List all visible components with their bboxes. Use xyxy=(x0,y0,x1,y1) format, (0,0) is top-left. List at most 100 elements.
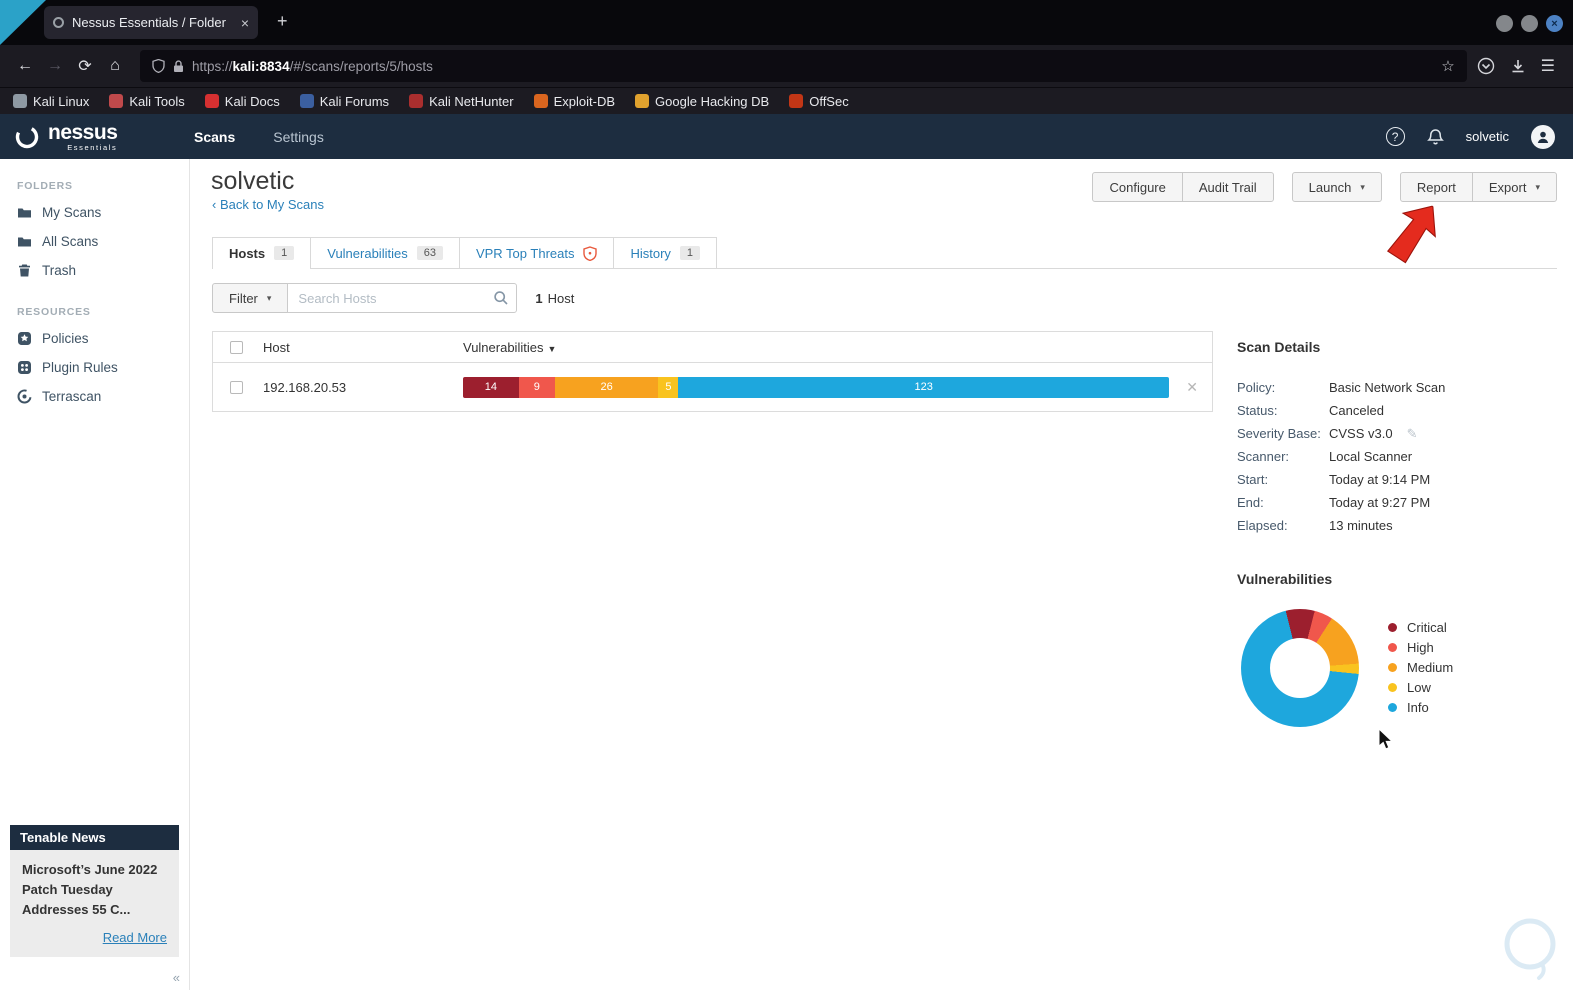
bookmark-kali-docs[interactable]: Kali Docs xyxy=(204,94,280,109)
detail-row-policy: Policy: Basic Network Scan xyxy=(1237,380,1446,395)
url-bar[interactable]: https://kali:8834/#/scans/reports/5/host… xyxy=(140,50,1467,82)
screen: Nessus Essentials / Folder × + × ← → ⟳ ⌂… xyxy=(0,0,1573,990)
nav-scans[interactable]: Scans xyxy=(194,129,235,145)
select-all-checkbox[interactable] xyxy=(230,340,243,354)
tab-title: Nessus Essentials / Folder xyxy=(72,15,226,30)
table-row[interactable]: 192.168.20.53 14 9 26 5 123 ✕ xyxy=(213,363,1212,411)
legend-item-medium[interactable]: Medium xyxy=(1388,657,1453,677)
read-more-link[interactable]: Read More xyxy=(22,930,167,945)
url-host: kali:8834 xyxy=(232,58,290,74)
folders-section-label: FOLDERS xyxy=(17,180,73,192)
bookmark-offsec[interactable]: OffSec xyxy=(789,94,849,109)
export-button[interactable]: Export ▾ xyxy=(1471,172,1557,202)
sidebar-item-plugin-rules[interactable]: Plugin Rules xyxy=(0,353,189,382)
bookmark-kali-forums[interactable]: Kali Forums xyxy=(299,94,389,109)
nav-settings[interactable]: Settings xyxy=(273,129,324,145)
sidebar-item-policies[interactable]: Policies xyxy=(0,324,189,353)
sidebar-item-my-scans[interactable]: My Scans xyxy=(0,198,189,227)
menu-icon[interactable]: ☰ xyxy=(1541,56,1555,76)
vulnerabilities-donut[interactable] xyxy=(1241,609,1359,727)
detail-row-elapsed: Elapsed: 13 minutes xyxy=(1237,518,1393,533)
page-title: solvetic xyxy=(211,167,295,195)
new-tab-button[interactable]: + xyxy=(277,11,288,31)
tab-history[interactable]: History 1 xyxy=(613,237,718,268)
bookmark-kali-tools[interactable]: Kali Tools xyxy=(109,94,185,109)
pocket-icon[interactable] xyxy=(1477,57,1495,75)
vulnerabilities-panel-title: Vulnerabilities xyxy=(1237,571,1333,587)
edit-pencil-icon[interactable]: ✎ xyxy=(1407,426,1418,442)
legend-item-high[interactable]: High xyxy=(1388,637,1453,657)
configure-button[interactable]: Configure xyxy=(1092,172,1183,202)
bookmark-favicon xyxy=(635,94,650,108)
nessus-logo-icon xyxy=(15,125,39,148)
scan-details-panel: Scan Details Policy: Basic Network Scan S… xyxy=(1237,339,1559,537)
bookmark-kali-linux[interactable]: Kali Linux xyxy=(13,94,89,109)
tenable-news-headline[interactable]: Microsoft’s June 2022 Patch Tuesday Addr… xyxy=(22,860,164,920)
bookmark-star-icon[interactable]: ☆ xyxy=(1441,57,1454,75)
back-caret-icon: ‹ xyxy=(212,197,217,212)
tab-favicon xyxy=(53,17,64,28)
window-minimize-button[interactable] xyxy=(1496,15,1513,32)
home-button[interactable]: ⌂ xyxy=(100,51,130,81)
tab-vulnerabilities[interactable]: Vulnerabilities 63 xyxy=(310,237,460,268)
app-header-right: ? solvetic xyxy=(1385,124,1573,149)
row-remove-icon[interactable]: ✕ xyxy=(1186,379,1198,396)
legend-label: Info xyxy=(1407,699,1429,715)
notifications-bell-icon[interactable] xyxy=(1426,128,1444,146)
reload-button[interactable]: ⟳ xyxy=(70,51,100,81)
tab-close-icon[interactable]: × xyxy=(241,15,249,31)
audit-trail-button[interactable]: Audit Trail xyxy=(1181,172,1274,202)
back-to-my-scans-link[interactable]: ‹ Back to My Scans xyxy=(212,197,324,212)
bookmark-kali-nethunter[interactable]: Kali NetHunter xyxy=(409,94,514,109)
forward-button[interactable]: → xyxy=(40,51,70,81)
severity-segment-critical[interactable]: 14 xyxy=(463,376,519,398)
legend-label: Critical xyxy=(1407,619,1447,635)
sidebar-item-trash[interactable]: Trash xyxy=(0,256,189,285)
tracking-shield-icon[interactable] xyxy=(152,59,165,73)
help-icon[interactable]: ? xyxy=(1385,127,1405,146)
tenable-news-body: Microsoft’s June 2022 Patch Tuesday Addr… xyxy=(10,849,179,957)
bookmark-exploit-db[interactable]: Exploit-DB xyxy=(533,94,615,109)
scan-tabs: Hosts 1 Vulnerabilities 63 VPR Top Threa… xyxy=(212,237,1557,269)
lock-icon[interactable] xyxy=(173,59,184,73)
search-wrap xyxy=(287,283,518,313)
severity-segment-medium[interactable]: 26 xyxy=(554,376,659,398)
downloads-icon[interactable] xyxy=(1509,57,1527,75)
browser-tab-bar: Nessus Essentials / Folder × + × xyxy=(0,0,1573,45)
row-checkbox[interactable] xyxy=(230,380,243,394)
sidebar-item-all-scans[interactable]: All Scans xyxy=(0,227,189,256)
browser-tab[interactable]: Nessus Essentials / Folder × xyxy=(44,6,258,39)
launch-button[interactable]: Launch ▾ xyxy=(1291,172,1382,202)
chevron-down-icon: ▾ xyxy=(1535,181,1540,192)
folder-icon xyxy=(18,237,31,247)
back-button[interactable]: ← xyxy=(10,51,40,81)
sidebar-collapse-icon[interactable]: « xyxy=(173,970,180,985)
legend-item-low[interactable]: Low xyxy=(1388,677,1453,697)
host-ip[interactable]: 192.168.20.53 xyxy=(263,380,463,395)
detail-row-end: End: Today at 9:27 PM xyxy=(1237,495,1431,510)
tab-vpr-top-threats[interactable]: VPR Top Threats xyxy=(458,237,615,268)
search-icon[interactable] xyxy=(493,290,509,306)
vulnerabilities-column-header[interactable]: Vulnerabilities ▼ xyxy=(463,340,556,355)
sidebar-item-terrascan[interactable]: Terrascan xyxy=(0,382,189,411)
window-maximize-button[interactable] xyxy=(1521,15,1538,32)
bookmark-google-hacking-db[interactable]: Google Hacking DB xyxy=(635,94,769,109)
window-close-button[interactable]: × xyxy=(1546,15,1563,32)
avatar[interactable] xyxy=(1531,124,1555,149)
legend-item-critical[interactable]: Critical xyxy=(1388,617,1453,637)
username[interactable]: solvetic xyxy=(1466,129,1509,144)
hosts-count-badge: 1 xyxy=(274,246,295,260)
nessus-logo[interactable]: nessus Essentials xyxy=(0,122,178,152)
bookmark-favicon xyxy=(13,94,27,108)
main-content: solvetic ‹ Back to My Scans Configure Au… xyxy=(191,159,1573,990)
bookmarks-bar: Kali Linux Kali Tools Kali Docs Kali For… xyxy=(0,87,1573,114)
sort-desc-icon: ▼ xyxy=(547,343,557,354)
severity-segment-info[interactable]: 123 xyxy=(678,376,1169,398)
legend-item-info[interactable]: Info xyxy=(1388,697,1453,717)
severity-segment-high[interactable]: 9 xyxy=(518,376,555,398)
tab-hosts[interactable]: Hosts 1 xyxy=(212,237,312,269)
search-hosts-input[interactable] xyxy=(287,283,518,313)
host-column-header[interactable]: Host xyxy=(263,340,463,355)
severity-segment-low[interactable]: 5 xyxy=(658,376,679,398)
filter-button[interactable]: Filter ▾ xyxy=(212,283,289,313)
